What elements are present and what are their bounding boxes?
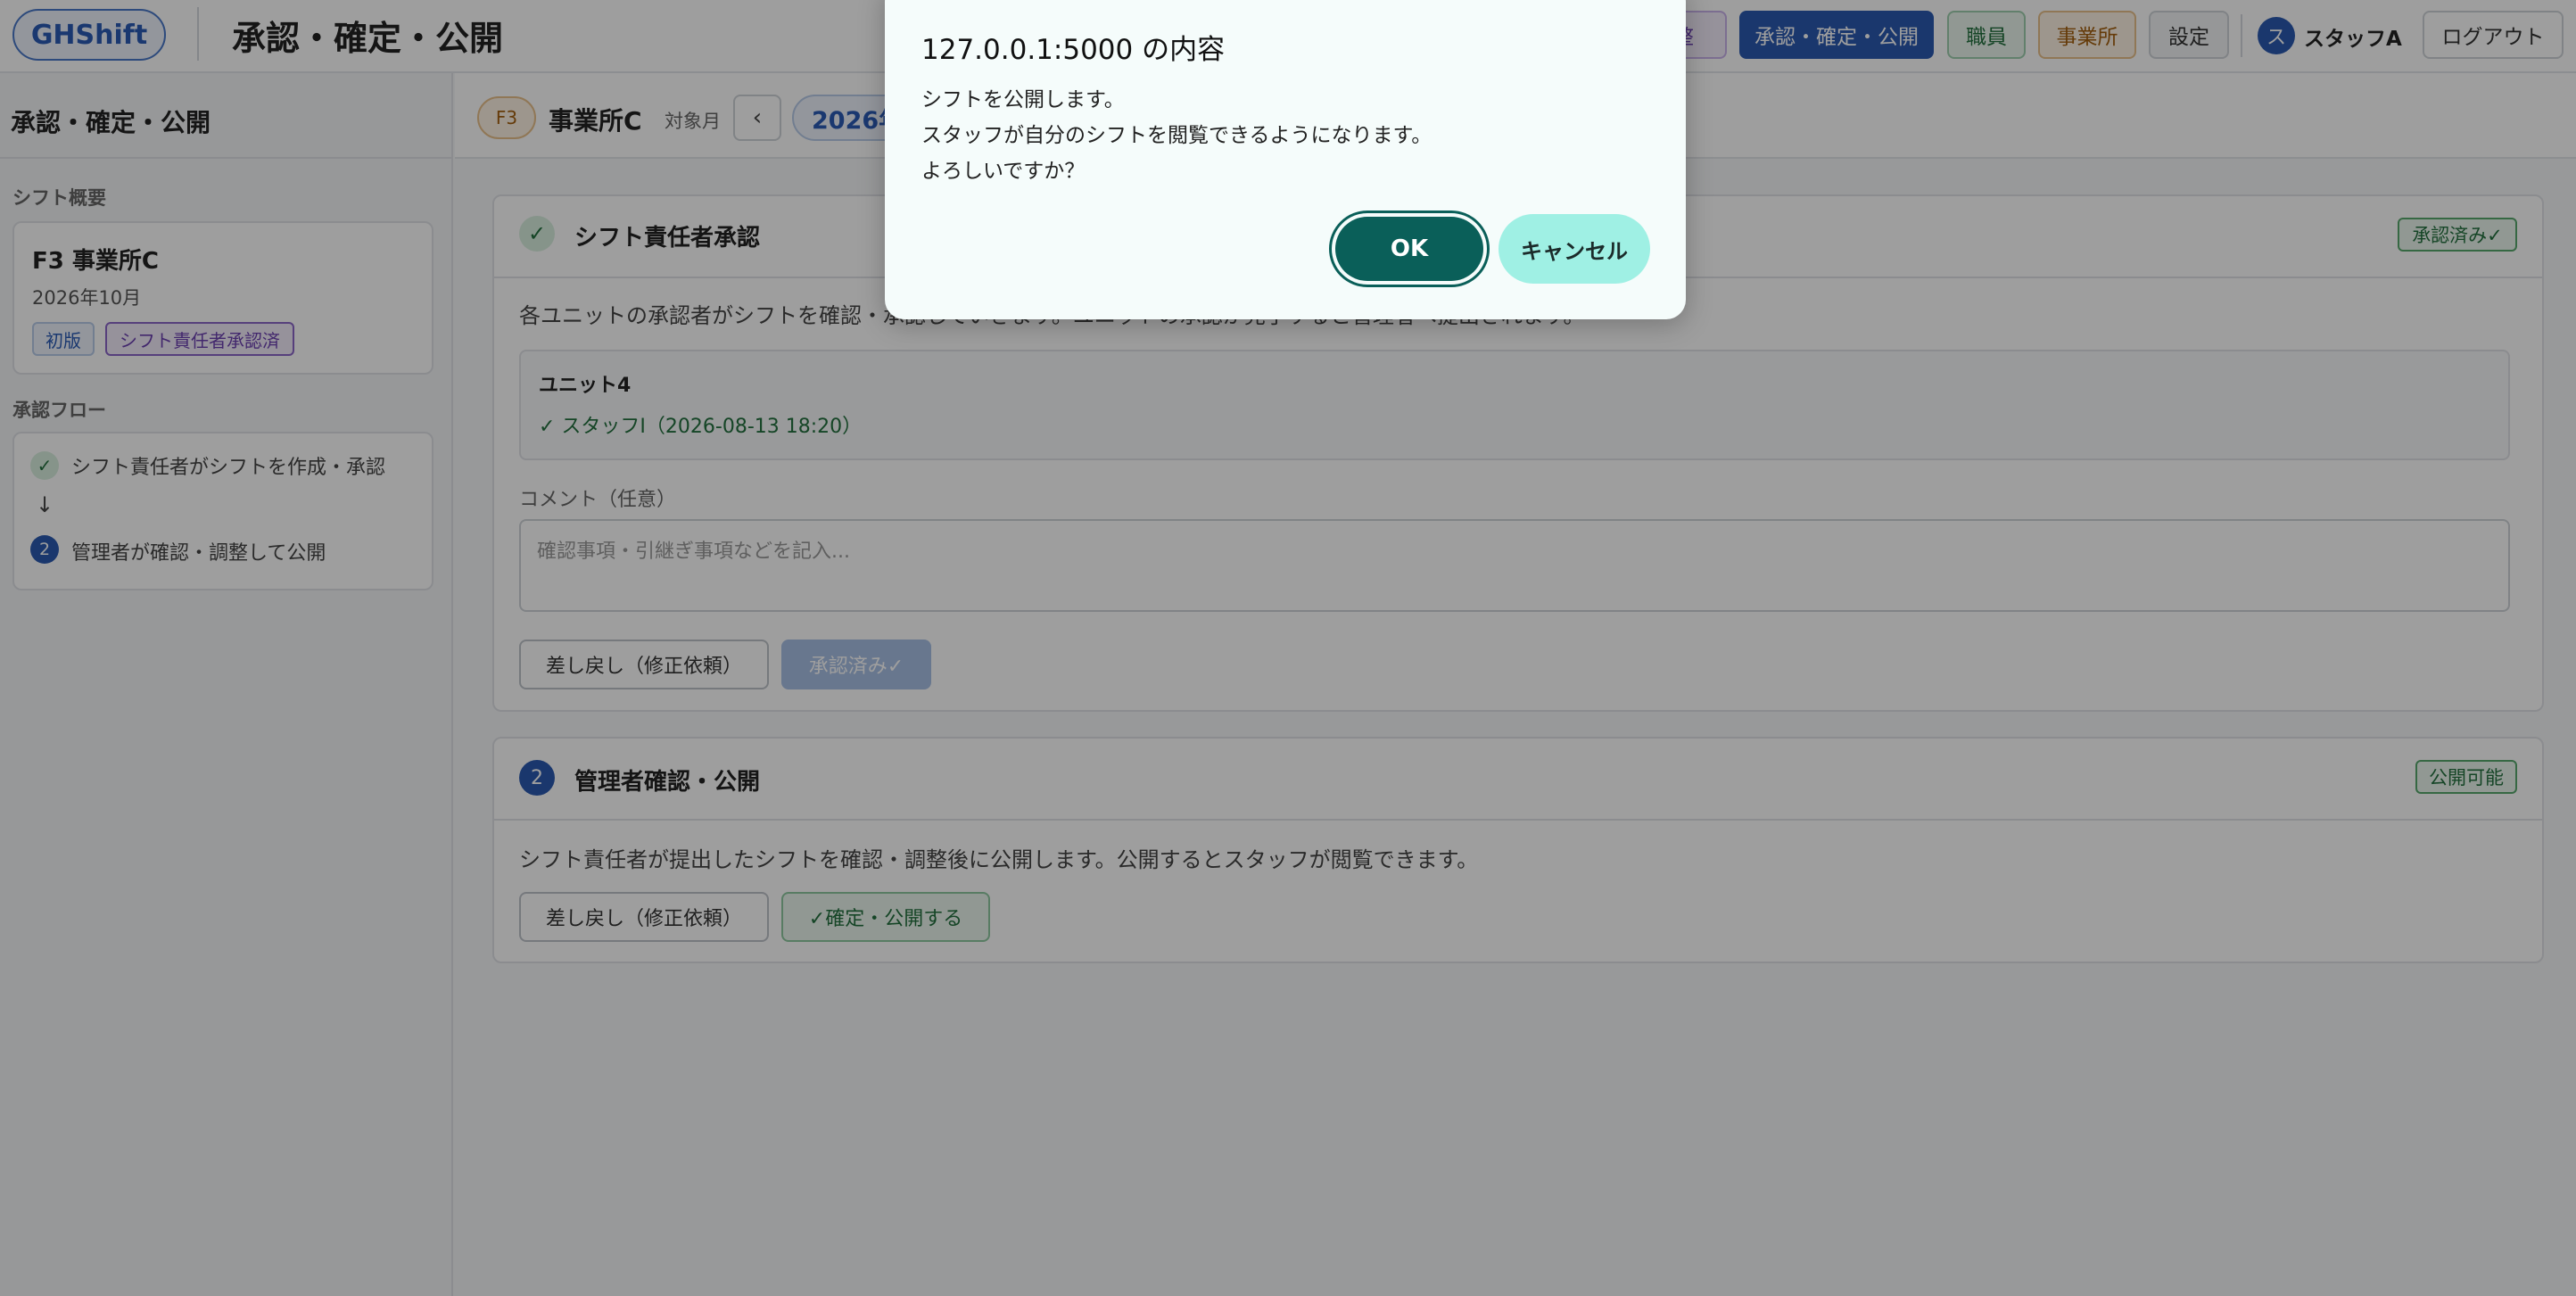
dialog-message-line: シフトを公開します。 bbox=[921, 88, 1125, 111]
dialog-title: 127.0.0.1:5000 の内容 bbox=[921, 34, 1226, 66]
cancel-button[interactable]: キャンセル bbox=[1499, 214, 1650, 284]
dialog-message-line: よろしいですか？ bbox=[921, 160, 1086, 183]
ok-button[interactable]: OK bbox=[1335, 217, 1483, 281]
dialog-message-line: スタッフが自分のシフトを閲覧できるようになります。 bbox=[921, 124, 1432, 147]
